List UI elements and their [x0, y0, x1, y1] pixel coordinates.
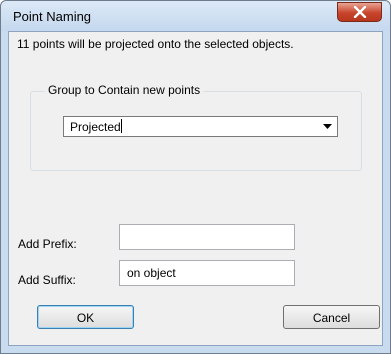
dialog-client-area [8, 31, 383, 346]
group-dropdown-value: Projected [70, 120, 121, 134]
prefix-label: Add Prefix: [18, 237, 77, 251]
point-naming-dialog: Point Naming [0, 0, 391, 354]
close-icon [353, 6, 367, 18]
dialog-title: Point Naming [13, 9, 92, 24]
suffix-input[interactable] [120, 262, 293, 284]
close-button[interactable] [337, 2, 382, 22]
prefix-input[interactable] [120, 226, 293, 248]
projection-info-text: 11 points will be projected onto the sel… [17, 37, 294, 51]
suffix-label: Add Suffix: [18, 273, 76, 287]
suffix-textbox[interactable] [119, 260, 295, 286]
chevron-down-icon[interactable] [323, 124, 332, 129]
prefix-textbox[interactable] [119, 224, 295, 250]
ok-button[interactable]: OK [37, 305, 134, 329]
group-box-legend: Group to Contain new points [45, 83, 204, 97]
text-cursor [121, 119, 122, 133]
group-dropdown[interactable]: Projected [63, 116, 338, 137]
title-bar[interactable]: Point Naming [1, 1, 390, 31]
cancel-button[interactable]: Cancel [283, 305, 380, 329]
